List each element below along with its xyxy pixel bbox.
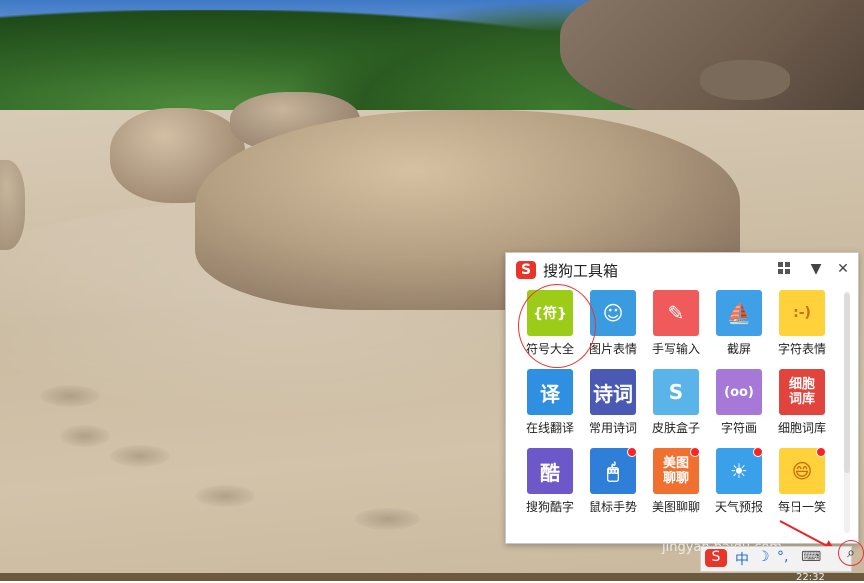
new-badge-dot — [627, 447, 637, 457]
tool-item[interactable]: 诗词 常用诗词 — [579, 368, 643, 444]
tool-icon[interactable]: 美图聊聊 — [653, 447, 700, 494]
tool-icon[interactable]: 细胞词库 — [779, 369, 825, 415]
footprint — [60, 425, 110, 447]
highlight-circle-annotation — [518, 284, 596, 368]
new-badge-dot — [690, 447, 700, 457]
tool-icon[interactable]: 译 — [527, 369, 573, 415]
chevron-down-icon[interactable]: ▼ — [808, 261, 824, 277]
taskbar — [0, 573, 864, 581]
tool-icon[interactable]: ☀ — [716, 447, 763, 494]
watermark-logo: Baidu经验 — [672, 506, 801, 536]
footprint — [195, 485, 255, 507]
tool-icon[interactable]: 🖱 — [590, 447, 637, 494]
sogou-logo-icon: S — [516, 261, 536, 279]
tool-item[interactable]: ✎ 手写输入 — [642, 289, 706, 365]
tool-label: 字符表情 — [777, 342, 826, 356]
new-badge-dot — [753, 447, 763, 457]
scrollbar[interactable] — [844, 291, 850, 533]
toolbox-title: 搜狗工具箱 — [543, 262, 619, 280]
toolbox-header: S 搜狗工具箱 ▼ ✕ — [506, 253, 858, 286]
punctuation-toggle[interactable]: °, — [777, 549, 788, 565]
close-icon[interactable]: ✕ — [835, 261, 851, 277]
tool-icon[interactable]: ⛵ — [716, 290, 762, 336]
tool-icon[interactable]: ☺ — [590, 290, 636, 336]
grid-view-icon[interactable] — [778, 262, 790, 274]
tool-item[interactable]: 细胞词库 细胞词库 — [768, 368, 832, 444]
scrollbar-thumb[interactable] — [844, 293, 850, 473]
tool-icon[interactable]: 诗词 — [590, 369, 636, 415]
tool-item[interactable]: ⛵ 截屏 — [705, 289, 769, 365]
tool-icon[interactable]: ✎ — [653, 290, 699, 336]
tool-item[interactable]: 酷搜狗酷字 — [516, 447, 580, 523]
tool-icon[interactable]: 酷 — [527, 448, 573, 494]
half-width-moon-icon[interactable]: ☽ — [757, 549, 770, 565]
toolbox-button[interactable]: ⌕ — [838, 540, 864, 566]
ime-status-bar: S 中 ☽ °, ⌨ — [700, 546, 852, 572]
keyboard-icon[interactable]: ⌨ — [801, 549, 821, 565]
tool-icon[interactable]: (oo) — [716, 369, 762, 415]
rock-far — [700, 60, 790, 100]
new-badge-dot — [816, 447, 826, 457]
chinese-mode-toggle[interactable]: 中 — [735, 549, 749, 569]
tool-item[interactable]: :-) 字符表情 — [768, 289, 832, 365]
taskbar-clock: 22:32 — [796, 572, 825, 583]
sogou-ime-logo-icon[interactable]: S — [705, 549, 727, 567]
footprint — [40, 385, 100, 407]
tool-item[interactable]: S 皮肤盒子 — [642, 368, 706, 444]
tool-item[interactable]: (oo) 字符画 — [705, 368, 769, 444]
tool-item[interactable]: 🖱 鼠标手势 — [579, 447, 643, 523]
tool-icon[interactable]: 😄 — [779, 447, 826, 494]
footprint — [110, 445, 170, 467]
tool-icon[interactable]: :-) — [779, 290, 825, 336]
tool-item[interactable]: 译在线翻译 — [516, 368, 580, 444]
tool-label: 细胞词库 — [777, 421, 826, 435]
tool-icon[interactable]: S — [653, 369, 699, 415]
footprint — [355, 508, 420, 530]
